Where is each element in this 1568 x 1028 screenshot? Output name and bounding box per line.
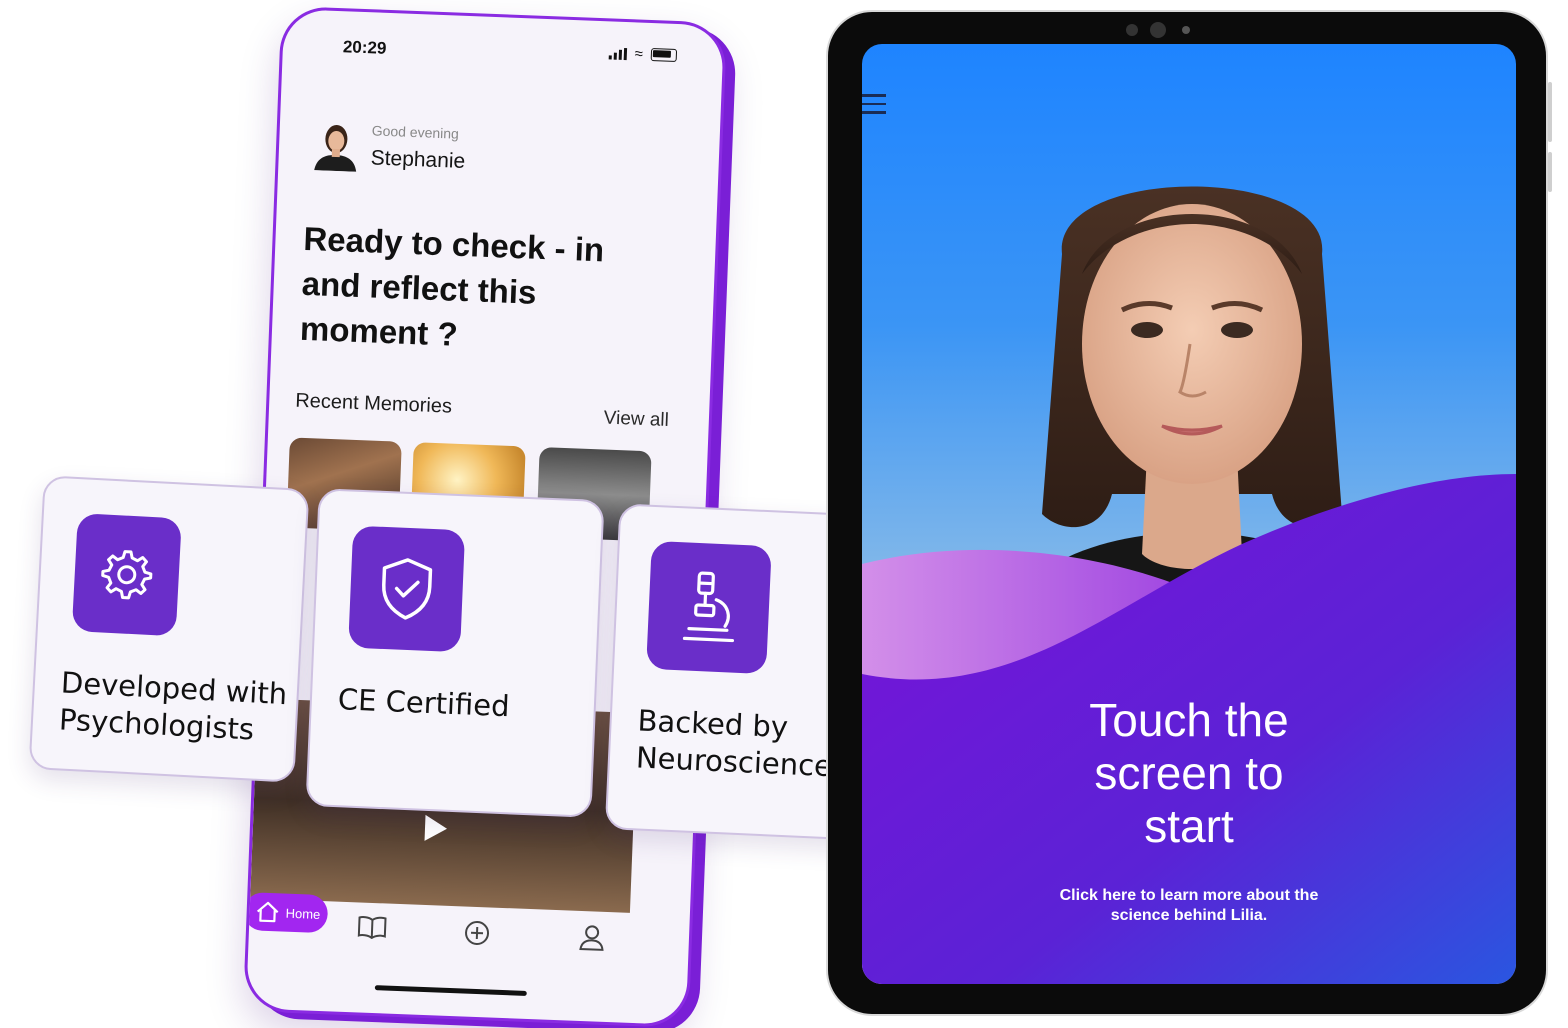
book-icon[interactable] (357, 914, 388, 940)
learn-more-link[interactable]: Click here to learn more about the scien… (862, 886, 1516, 926)
camera-lens (1150, 22, 1166, 38)
camera-dot (1126, 24, 1138, 36)
signal-icon (608, 47, 627, 60)
feature-card-ce-certified: CE Certified (305, 488, 605, 818)
shield-check-icon (382, 558, 433, 620)
user-name: Stephanie (370, 146, 466, 173)
status-time: 20:29 (342, 37, 387, 58)
start-screen[interactable]: Touch the screen to start Click here to … (862, 44, 1516, 984)
play-icon[interactable] (424, 814, 448, 842)
page-title: Ready to check - in and reflect this mom… (299, 219, 605, 353)
tab-home[interactable]: Home (242, 892, 329, 934)
gear-icon (101, 550, 153, 600)
sensor-dot (1182, 26, 1190, 34)
plus-circle-icon[interactable] (462, 918, 491, 947)
home-icon (256, 901, 279, 923)
avatar[interactable] (312, 118, 360, 172)
feature-card-psychologists: Developed with Psychologists (28, 475, 310, 783)
feature-label: CE Certified (337, 682, 511, 724)
user-icon[interactable] (578, 923, 605, 952)
wifi-icon: ≈ (634, 45, 644, 63)
tablet-mockup: Touch the screen to start Click here to … (826, 10, 1552, 1016)
volume-button (1548, 82, 1552, 142)
microscope-icon (682, 571, 735, 643)
view-all-link[interactable]: View all (603, 407, 669, 431)
start-prompt[interactable]: Touch the screen to start (862, 694, 1516, 853)
section-title: Recent Memories (294, 389, 453, 418)
feature-label: Developed with Psychologists (58, 665, 289, 747)
power-button (1548, 152, 1552, 192)
menu-icon[interactable] (862, 94, 886, 120)
greeting-text: Good evening (371, 122, 460, 142)
home-indicator (374, 985, 527, 996)
tab-home-label: Home (285, 905, 321, 922)
status-icons: ≈ (608, 45, 678, 63)
battery-icon (650, 48, 678, 63)
